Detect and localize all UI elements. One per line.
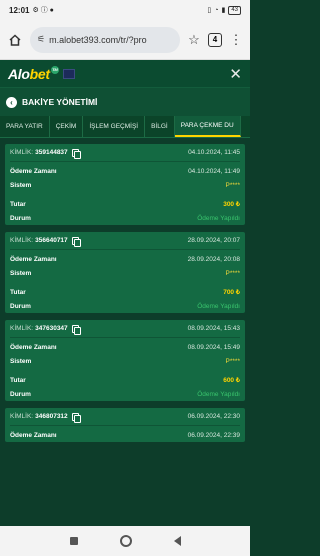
amount-value: 700 ₺ xyxy=(223,289,240,296)
tab-switcher-button[interactable]: 4 xyxy=(208,32,222,47)
battery-icon: 43 xyxy=(228,5,241,15)
status-label: Durum xyxy=(10,302,31,310)
back-button[interactable] xyxy=(173,536,181,546)
transaction-date: 08.09.2024, 15:43 xyxy=(187,325,240,332)
transaction-date: 28.09.2024, 20:07 xyxy=(187,237,240,244)
address-bar[interactable]: ⚟ m.alobet393.com/tr/?pro xyxy=(30,26,180,53)
android-nav-bar xyxy=(0,526,250,556)
section-header: ‹ BAKİYE YÖNETİMİ xyxy=(0,88,250,116)
transaction-card: KİMLİK: 346807312 06.09.2024, 22:30 Ödem… xyxy=(5,408,245,442)
kimlik-label: KİMLİK: xyxy=(10,149,34,156)
transaction-card: KİMLİK: 359144837 04.10.2024, 11:45 Ödem… xyxy=(5,144,245,225)
amount-value: 300 ₺ xyxy=(223,201,240,208)
status-label: Durum xyxy=(10,390,31,398)
tab-cekim[interactable]: ÇEKİM xyxy=(50,116,84,137)
amount-label: Tutar xyxy=(10,200,26,208)
copy-icon[interactable] xyxy=(71,236,81,247)
status-time: 12:01 xyxy=(9,5,30,15)
home-icon[interactable] xyxy=(6,31,24,49)
amount-value: 600 ₺ xyxy=(223,377,240,384)
tab-para-yatir[interactable]: PARA YATIR xyxy=(0,116,50,137)
url-text[interactable]: m.alobet393.com/tr/?pro xyxy=(49,35,147,45)
recents-button[interactable] xyxy=(69,537,78,545)
kimlik-label: KİMLİK: xyxy=(10,325,34,332)
transaction-id: 346807312 xyxy=(35,413,68,420)
system-value: P**** xyxy=(225,181,240,189)
status-bar: 12:01 ⚙ ⓘ ● ▯ ◔ ▮ 43 xyxy=(0,0,250,20)
tab-para-cekme-durumu[interactable]: PARA ÇEKME DU xyxy=(174,116,241,137)
system-value: P**** xyxy=(225,357,240,365)
kimlik-label: KİMLİK: xyxy=(10,237,34,244)
transaction-date: 06.09.2024, 22:30 xyxy=(187,413,240,420)
tab-bilgi[interactable]: BİLGİ xyxy=(145,116,175,137)
transaction-card: KİMLİK: 356640717 28.09.2024, 20:07 Ödem… xyxy=(5,232,245,313)
close-icon[interactable]: ✕ xyxy=(229,65,242,83)
payment-time-label: Ödeme Zamanı xyxy=(10,255,57,263)
transaction-id: 359144837 xyxy=(35,149,68,156)
payment-time-label: Ödeme Zamanı xyxy=(10,343,57,351)
more-menu-icon[interactable]: ⋮ xyxy=(228,31,244,49)
language-flag-icon[interactable] xyxy=(62,68,75,79)
section-title: BAKİYE YÖNETİMİ xyxy=(22,97,98,107)
transaction-id: 356640717 xyxy=(35,237,68,244)
status-value: Ödeme Yapıldı xyxy=(197,390,240,398)
back-arrow-icon[interactable]: ‹ xyxy=(6,96,17,108)
notification-icons: ⚙ ⓘ ● xyxy=(32,7,54,14)
tab-bar: PARA YATIR ÇEKİM İŞLEM GEÇMİŞİ BİLGİ PAR… xyxy=(0,116,250,138)
signal-icon: ▮ xyxy=(221,7,226,14)
kimlik-label: KİMLİK: xyxy=(10,413,34,420)
transaction-id: 347630347 xyxy=(35,325,68,332)
status-value: Ödeme Yapıldı xyxy=(197,302,240,310)
site-header: Alobet TM ✕ xyxy=(0,60,250,88)
payment-time-label: Ödeme Zamanı xyxy=(10,167,57,175)
home-button[interactable] xyxy=(119,535,132,547)
payment-time-value: 04.10.2024, 11:49 xyxy=(188,167,240,175)
amount-label: Tutar xyxy=(10,288,26,296)
payment-time-value: 08.09.2024, 15:49 xyxy=(187,343,240,351)
system-label: Sistem xyxy=(10,181,32,189)
copy-icon[interactable] xyxy=(71,324,81,335)
site-settings-icon[interactable]: ⚟ xyxy=(37,34,45,45)
system-label: Sistem xyxy=(10,269,32,277)
alobet-logo[interactable]: Alobet TM xyxy=(8,65,59,82)
browser-toolbar: ⚟ m.alobet393.com/tr/?pro ☆ 4 ⋮ xyxy=(0,20,250,60)
status-label: Durum xyxy=(10,214,31,222)
transaction-list: KİMLİK: 359144837 04.10.2024, 11:45 Ödem… xyxy=(0,138,250,442)
wifi-icon: ◔ xyxy=(214,6,219,14)
system-label: Sistem xyxy=(10,357,32,365)
vibrate-icon: ▯ xyxy=(207,7,212,14)
amount-label: Tutar xyxy=(10,376,26,384)
payment-time-value: 06.09.2024, 22:39 xyxy=(187,431,240,439)
bookmark-star-icon[interactable]: ☆ xyxy=(186,31,202,49)
tab-islem-gecmisi[interactable]: İŞLEM GEÇMİŞİ xyxy=(83,116,146,137)
copy-icon[interactable] xyxy=(71,148,81,159)
transaction-card: KİMLİK: 347630347 08.09.2024, 15:43 Ödem… xyxy=(5,320,245,401)
copy-icon[interactable] xyxy=(71,412,81,423)
payment-time-value: 28.09.2024, 20:08 xyxy=(187,255,240,263)
system-value: P**** xyxy=(225,269,240,277)
status-value: Ödeme Yapıldı xyxy=(197,214,240,222)
transaction-date: 04.10.2024, 11:45 xyxy=(188,149,240,156)
payment-time-label: Ödeme Zamanı xyxy=(10,431,57,439)
